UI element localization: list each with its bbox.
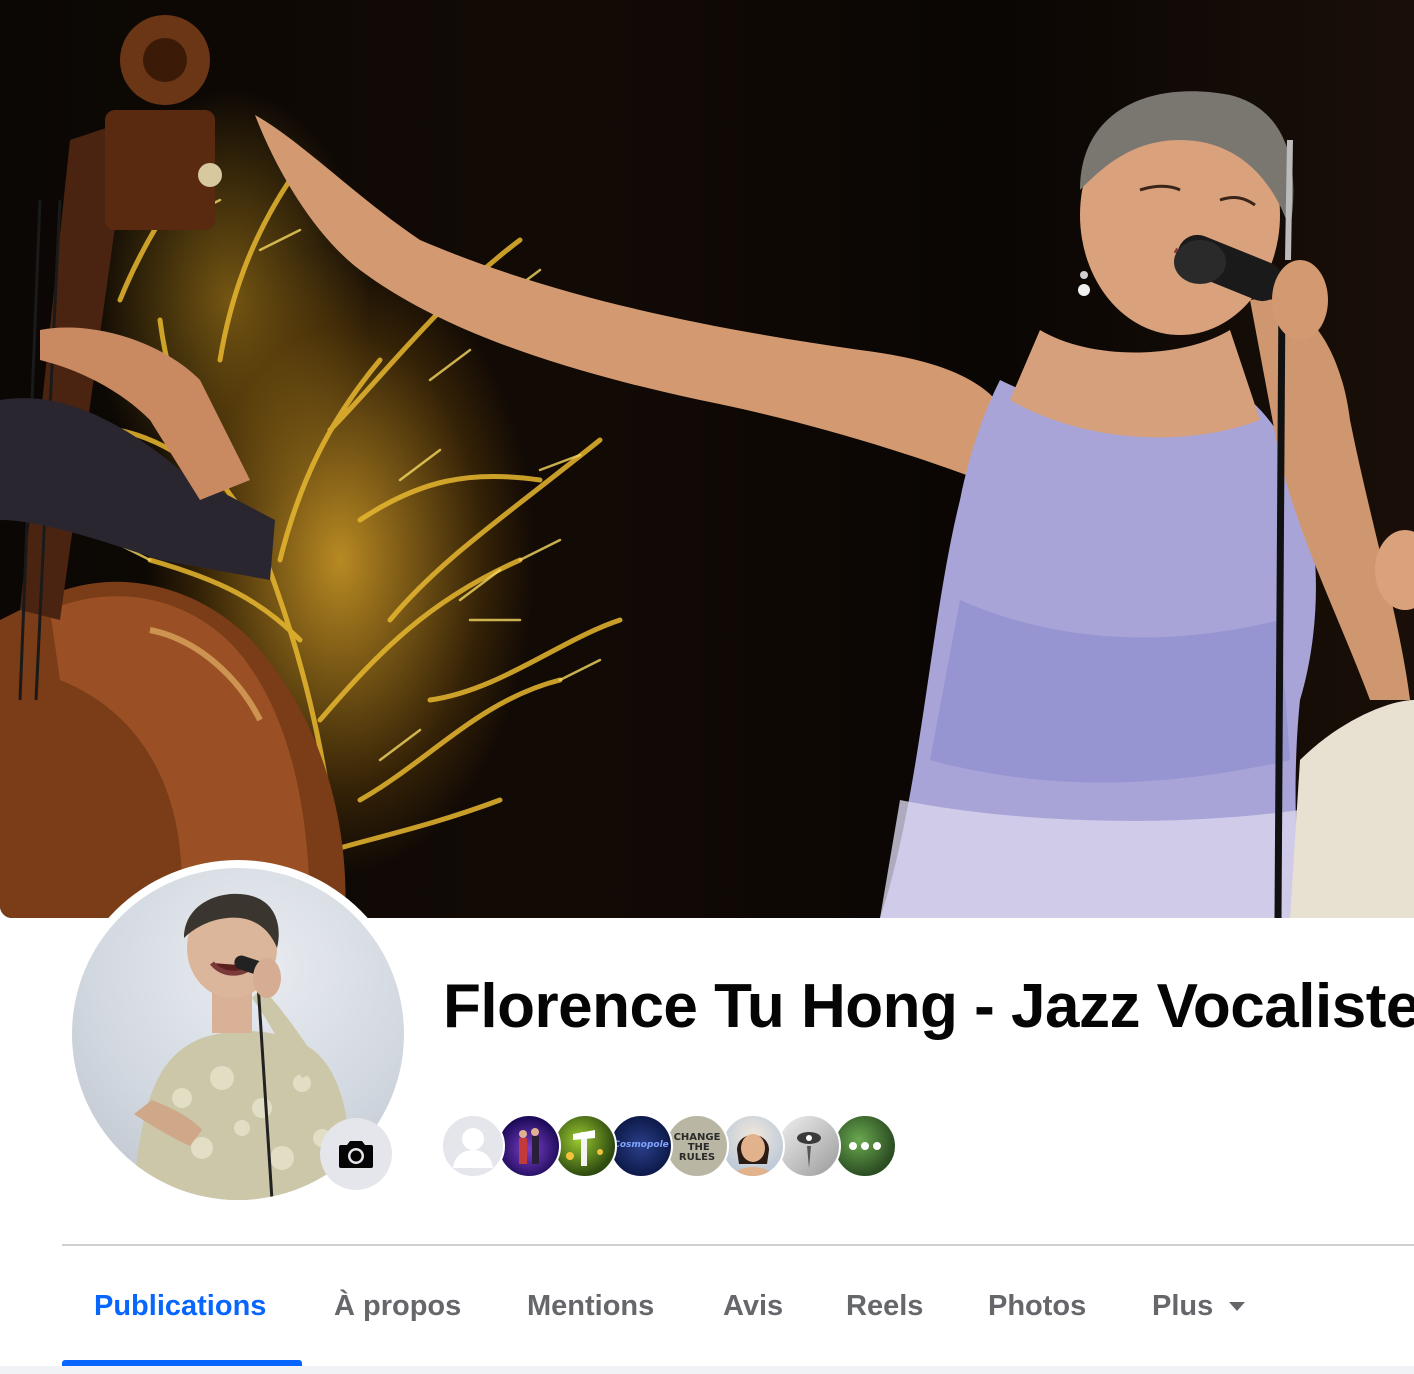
tab-photos[interactable]: Photos [988,1246,1086,1366]
follower-avatar[interactable] [497,1114,561,1178]
tab-label: Publications [94,1289,267,1322]
follower-avatar[interactable] [553,1114,617,1178]
follower-avatar[interactable] [441,1114,505,1178]
follower-avatar[interactable]: CHANGE THE RULES [665,1114,729,1178]
caret-down-icon [1229,1302,1246,1311]
concert-stage-avatar-icon [519,1128,539,1164]
woman-portrait-avatar-icon [733,1134,773,1176]
tab-a-propos[interactable]: À propos [334,1246,461,1366]
page-tabs: Publications À propos Mentions Avis Reel… [62,1246,1414,1368]
follower-avatar-text: Cosmopole [613,1140,669,1150]
tab-publications[interactable]: Publications [94,1246,266,1366]
tab-label: Photos [988,1289,1087,1322]
tab-plus[interactable]: Plus [1152,1246,1247,1366]
page-title: Florence Tu Hong - Jazz Vocaliste [443,972,1414,1041]
follower-avatar[interactable] [721,1114,785,1178]
tab-mentions[interactable]: Mentions [527,1246,654,1366]
more-icon [849,1142,881,1150]
tab-label: Mentions [527,1289,655,1322]
garden-lights-avatar-icon [566,1130,603,1166]
tab-label: Reels [846,1289,924,1322]
camera-icon [339,1141,373,1168]
follower-avatars: Cosmopole CHANGE THE RULES [441,1114,901,1182]
bw-face-avatar-icon [797,1132,821,1168]
cover-photo-illustration [0,15,1414,918]
default-user-avatar-icon [453,1128,493,1168]
follower-avatar-text: CHANGE THE RULES [673,1132,721,1163]
cover-photo[interactable] [0,0,1414,918]
tab-label: Plus [1152,1289,1214,1322]
tab-label: Avis [723,1289,784,1322]
see-more-followers-button[interactable] [833,1114,897,1178]
edit-profile-photo-button[interactable] [320,1118,392,1190]
follower-avatar[interactable] [777,1114,841,1178]
content-background [0,1366,1414,1374]
tab-label: À propos [334,1289,462,1322]
tab-reels[interactable]: Reels [846,1246,923,1366]
follower-avatar[interactable]: Cosmopole [609,1114,673,1178]
tab-avis[interactable]: Avis [723,1246,783,1366]
